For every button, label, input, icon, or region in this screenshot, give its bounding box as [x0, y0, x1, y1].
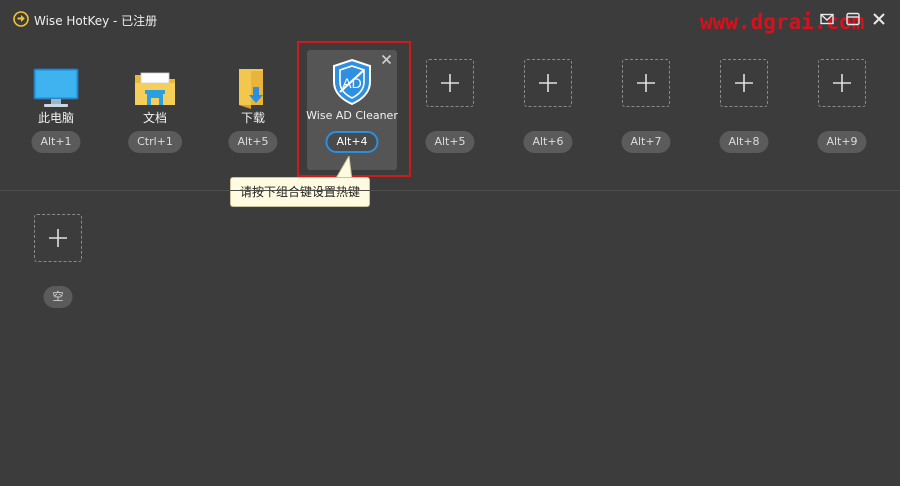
- hotkey-slot-documents[interactable]: 文档 Ctrl+1: [107, 50, 203, 180]
- hotkey-badge[interactable]: Alt+8: [719, 131, 769, 153]
- slot-label: 此电脑: [37, 111, 74, 125]
- app-logo-icon: [13, 11, 29, 27]
- slot-label: 下载: [240, 111, 265, 125]
- slot-label: 文档: [142, 111, 167, 125]
- hotkey-tooltip: 请按下组合键设置热键: [230, 177, 370, 207]
- plus-icon: [637, 74, 655, 92]
- hotkey-slot-empty-7[interactable]: Alt+7: [598, 50, 694, 180]
- add-shortcut-button[interactable]: [524, 59, 572, 107]
- mail-icon: [820, 13, 834, 25]
- add-shortcut-button[interactable]: [426, 59, 474, 107]
- add-shortcut-button[interactable]: [818, 59, 866, 107]
- add-shortcut-button[interactable]: [622, 59, 670, 107]
- hotkey-slot-empty-6[interactable]: Alt+6: [500, 50, 596, 180]
- hotkey-badge[interactable]: Alt+5: [425, 131, 475, 153]
- plus-icon: [833, 74, 851, 92]
- hotkey-slot-row2-empty[interactable]: 空: [10, 205, 106, 335]
- add-shortcut-button[interactable]: [34, 214, 82, 262]
- hotkey-badge[interactable]: Alt+5: [228, 131, 278, 153]
- documents-folder-icon: [135, 72, 175, 105]
- plus-icon: [539, 74, 557, 92]
- hotkey-badge[interactable]: Alt+7: [621, 131, 671, 153]
- hotkey-slot-this-pc[interactable]: 此电脑 Alt+1: [8, 50, 104, 180]
- monitor-icon: [33, 68, 79, 107]
- ad-shield-icon: AD: [333, 58, 371, 106]
- hotkey-badge[interactable]: 空: [43, 286, 73, 308]
- hotkey-badge[interactable]: Ctrl+1: [128, 131, 182, 153]
- hotkey-slot-empty-8[interactable]: Alt+8: [696, 50, 792, 180]
- close-icon: [873, 13, 885, 25]
- downloads-folder-icon: [239, 69, 263, 109]
- hotkey-badge[interactable]: Alt+9: [817, 131, 867, 153]
- window-title: Wise HotKey - 已注册: [34, 14, 158, 28]
- menu-icon: [846, 12, 860, 26]
- slot-label: Wise AD Cleaner: [306, 109, 398, 122]
- hotkey-slot-downloads[interactable]: 下载 Alt+5: [205, 50, 301, 180]
- plus-icon: [49, 229, 67, 247]
- hotkey-badge[interactable]: Alt+1: [31, 131, 81, 153]
- title-bar: Wise HotKey - 已注册 www.dgrai.com: [0, 0, 900, 38]
- feedback-button[interactable]: [820, 12, 836, 28]
- hotkey-input[interactable]: Alt+4: [325, 131, 379, 153]
- close-window-button[interactable]: [872, 12, 888, 28]
- menu-button[interactable]: [846, 12, 862, 28]
- plus-icon: [441, 74, 459, 92]
- add-shortcut-button[interactable]: [720, 59, 768, 107]
- hotkey-slot-empty-5[interactable]: Alt+5: [402, 50, 498, 180]
- hotkey-badge[interactable]: Alt+6: [523, 131, 573, 153]
- hotkey-slot-empty-9[interactable]: Alt+9: [794, 50, 890, 180]
- watermark-text: www.dgrai.com: [700, 10, 865, 34]
- plus-icon: [735, 74, 753, 92]
- row-divider: [0, 190, 900, 191]
